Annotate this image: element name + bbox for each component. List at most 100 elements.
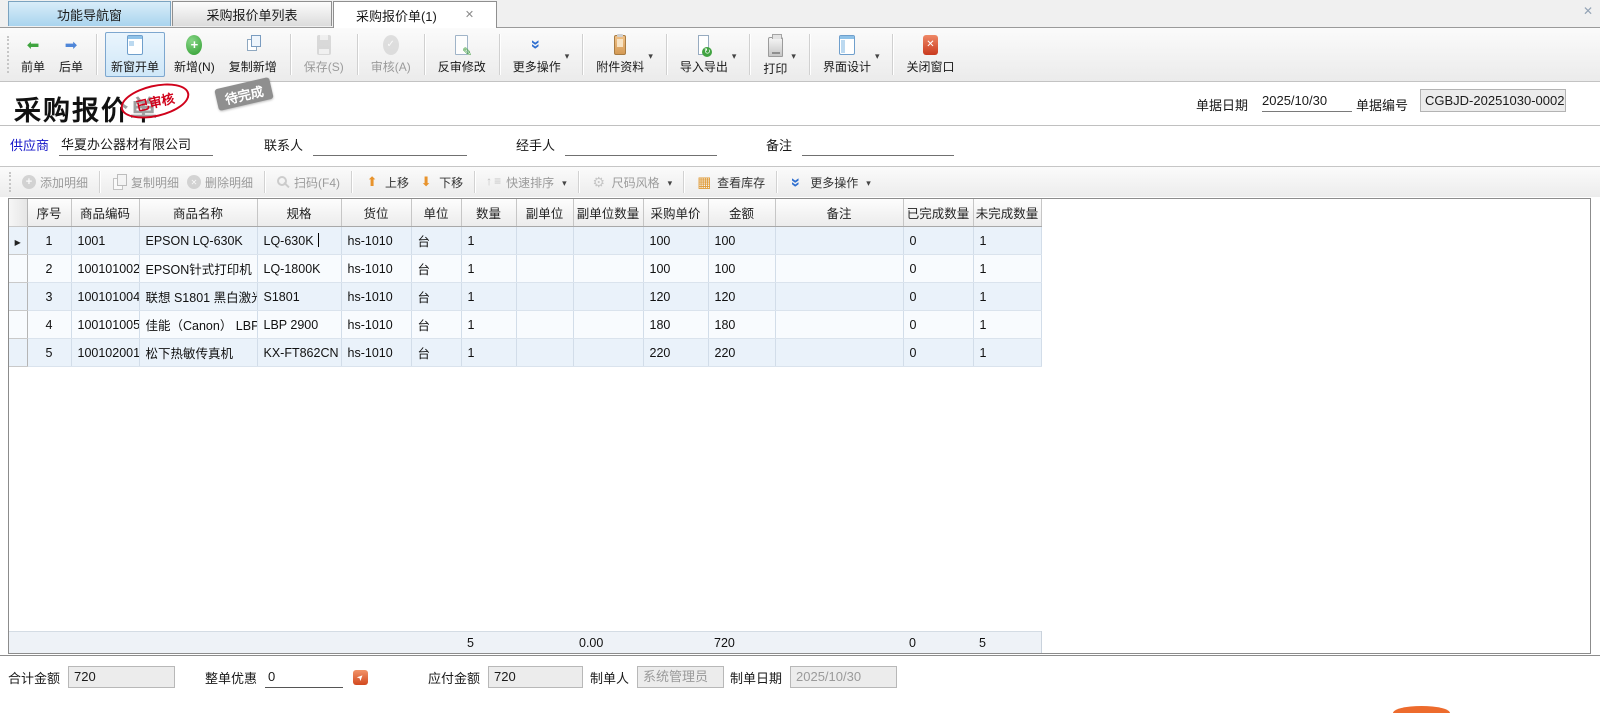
grid-cell[interactable]: LQ-630K	[257, 227, 341, 255]
grid-cell[interactable]: 1	[461, 283, 516, 311]
grid-cell[interactable]: 台	[411, 311, 461, 339]
grid-cell[interactable]: 台	[411, 227, 461, 255]
doc-date-input[interactable]: 2025/10/30	[1262, 91, 1352, 112]
grid-col-header[interactable]: 序号	[27, 199, 71, 227]
grid-cell[interactable]: 台	[411, 255, 461, 283]
grid-cell[interactable]: 1	[973, 311, 1041, 339]
grid-cell[interactable]	[573, 255, 643, 283]
supplier-input[interactable]: 华夏办公器材有限公司	[59, 135, 213, 156]
grid-col-header[interactable]: 规格	[257, 199, 341, 227]
grid-cell[interactable]: 100101005	[71, 311, 139, 339]
grid-cell[interactable]: 1	[973, 283, 1041, 311]
row-selector-cell[interactable]	[9, 283, 27, 311]
ui-design-button[interactable]: 界面设计	[818, 32, 885, 77]
grid-cell[interactable]: 1	[461, 311, 516, 339]
grid-cell[interactable]	[573, 339, 643, 367]
move-down-button[interactable]: 下移	[417, 174, 463, 191]
grid-cell[interactable]: KX-FT862CN	[257, 339, 341, 367]
grid-col-header[interactable]: 数量	[461, 199, 516, 227]
grid-cell[interactable]: 220	[708, 339, 775, 367]
grid-cell[interactable]: 1	[461, 227, 516, 255]
grid-cell[interactable]: 台	[411, 283, 461, 311]
row-selector-cell[interactable]	[9, 339, 27, 367]
grid-cell[interactable]	[516, 339, 573, 367]
grid-cell[interactable]: 松下热敏传真机	[139, 339, 257, 367]
grid-cell[interactable]	[775, 283, 903, 311]
grid-cell[interactable]: S1801	[257, 283, 341, 311]
grid-cell[interactable]: 4	[27, 311, 71, 339]
import-export-button[interactable]: 导入导出	[675, 32, 742, 77]
apply-discount-button[interactable]	[353, 670, 368, 685]
grid-col-header[interactable]: 商品名称	[139, 199, 257, 227]
grid-cell[interactable]: 1	[461, 255, 516, 283]
grid-cell[interactable]	[573, 283, 643, 311]
grid-col-header[interactable]: 商品编码	[71, 199, 139, 227]
grid-cell[interactable]	[775, 227, 903, 255]
grid-cell[interactable]: hs-1010	[341, 227, 411, 255]
attachments-button[interactable]: 附件资料	[591, 32, 658, 77]
tab-close-icon[interactable]: ✕	[465, 10, 474, 21]
grid-cell[interactable]: hs-1010	[341, 255, 411, 283]
grid-cell[interactable]: 台	[411, 339, 461, 367]
grid-cell[interactable]: 120	[643, 283, 708, 311]
grid-cell[interactable]: 5	[27, 339, 71, 367]
grid-col-header[interactable]: 采购单价	[643, 199, 708, 227]
contact-input[interactable]	[313, 135, 467, 156]
print-button[interactable]: 打印	[758, 32, 801, 77]
grid-cell[interactable]	[775, 339, 903, 367]
grid-cell[interactable]: EPSON LQ-630K	[139, 227, 257, 255]
grid-cell[interactable]: 100	[708, 227, 775, 255]
grid-cell[interactable]: hs-1010	[341, 339, 411, 367]
grid-cell[interactable]: EPSON针式打印机	[139, 255, 257, 283]
tab-function-nav[interactable]: 功能导航窗	[8, 1, 171, 26]
grid-cell[interactable]: 100102001	[71, 339, 139, 367]
grid-cell[interactable]	[516, 311, 573, 339]
grid-cell[interactable]: 2	[27, 255, 71, 283]
move-up-button[interactable]: 上移	[363, 174, 409, 191]
grid-cell[interactable]: LQ-1800K	[257, 255, 341, 283]
add-new-button[interactable]: 新增(N)	[169, 32, 220, 77]
grid-cell[interactable]: 0	[903, 339, 973, 367]
grid-cell[interactable]: hs-1010	[341, 283, 411, 311]
prev-doc-button[interactable]: 前单	[16, 32, 50, 77]
grid-cell[interactable]: 180	[708, 311, 775, 339]
grid-cell[interactable]: 佳能（Canon） LBP	[139, 311, 257, 339]
grid-cell[interactable]: 100101002	[71, 255, 139, 283]
grid-col-header[interactable]: 未完成数量	[973, 199, 1041, 227]
discount-input[interactable]: 0	[265, 667, 343, 688]
grid-cell[interactable]: 0	[903, 227, 973, 255]
next-doc-button[interactable]: 后单	[54, 32, 88, 77]
grid-cell[interactable]: 1	[27, 227, 71, 255]
grid-cell[interactable]: 1	[461, 339, 516, 367]
grid-cell[interactable]	[516, 227, 573, 255]
grid-cell[interactable]: 1001	[71, 227, 139, 255]
grid-cell[interactable]: 100101004	[71, 283, 139, 311]
grid-cell[interactable]: 0	[903, 255, 973, 283]
grid-cell[interactable]: 180	[643, 311, 708, 339]
new-window-doc-button[interactable]: 新窗开单	[105, 32, 165, 77]
close-all-tabs-icon[interactable]: ✕	[1583, 5, 1593, 17]
grid-cell[interactable]	[516, 283, 573, 311]
grid-col-header[interactable]: 货位	[341, 199, 411, 227]
grid-cell[interactable]: 3	[27, 283, 71, 311]
unaudit-edit-button[interactable]: 反审修改	[433, 32, 491, 77]
grid-col-header[interactable]: 已完成数量	[903, 199, 973, 227]
grid-cell[interactable]: 1	[973, 227, 1041, 255]
grid-cell[interactable]: 100	[708, 255, 775, 283]
remark-input[interactable]	[802, 135, 954, 156]
grid-cell[interactable]	[775, 255, 903, 283]
grid-cell[interactable]	[516, 255, 573, 283]
grid-cell[interactable]	[573, 227, 643, 255]
close-window-button[interactable]: 关闭窗口	[901, 32, 959, 77]
row-selector-cell[interactable]	[9, 227, 27, 255]
grid-col-header[interactable]: 备注	[775, 199, 903, 227]
grid-cell[interactable]	[573, 311, 643, 339]
grid-col-header[interactable]: 副单位数量	[573, 199, 643, 227]
grid-cell[interactable]: 1	[973, 339, 1041, 367]
grid-cell[interactable]: 120	[708, 283, 775, 311]
grid-col-header[interactable]: 金额	[708, 199, 775, 227]
grid-col-header[interactable]: 单位	[411, 199, 461, 227]
grid-cell[interactable]: 联想 S1801 黑白激光	[139, 283, 257, 311]
view-stock-button[interactable]: 查看库存	[695, 174, 765, 191]
grid-cell[interactable]: 0	[903, 311, 973, 339]
